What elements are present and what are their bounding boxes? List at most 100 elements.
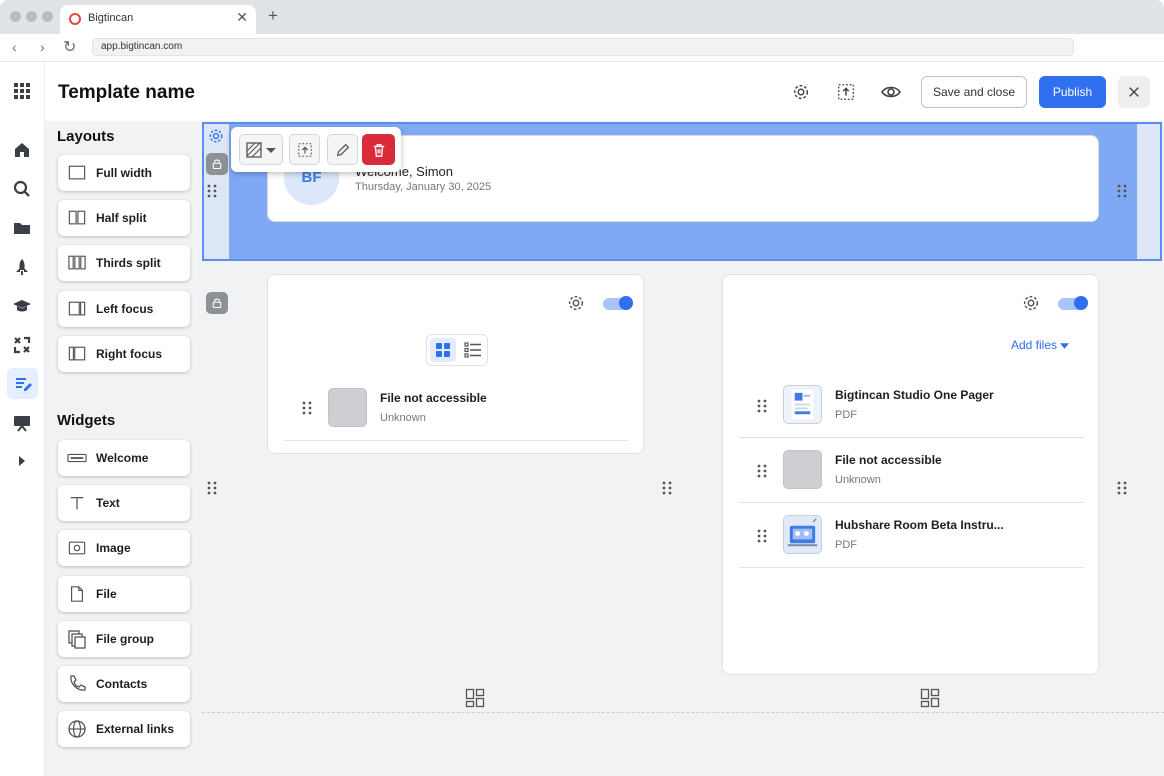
column-drag-handle-icon[interactable] — [662, 481, 672, 495]
home-icon[interactable] — [10, 138, 34, 162]
close-editor-button[interactable] — [1118, 76, 1150, 108]
component-panel: Layouts Full width Half split Thirds spl… — [45, 121, 202, 776]
export-icon[interactable] — [835, 81, 857, 103]
row2-drag-handle-icon[interactable] — [207, 481, 217, 495]
list-view-button[interactable] — [460, 338, 486, 362]
list-item[interactable]: Bigtincan Studio One Pager PDF — [739, 374, 1084, 438]
window-minimize-dot[interactable] — [26, 11, 37, 22]
row-drag-handle-right-icon[interactable] — [1117, 184, 1127, 198]
widget-welcome[interactable]: Welcome — [58, 440, 190, 476]
address-bar-row: ‹ › ↻ app.bigtincan.com — [0, 34, 1164, 62]
item-drag-handle-icon[interactable] — [757, 529, 767, 543]
page-title: Template name — [58, 82, 195, 103]
integrations-icon[interactable] — [10, 333, 34, 357]
forward-icon[interactable]: › — [40, 39, 45, 55]
widget-text[interactable]: Text — [58, 485, 190, 521]
publish-button[interactable]: Publish — [1039, 76, 1106, 108]
app-nav-rail — [0, 63, 45, 776]
add-files-button[interactable]: Add files — [1011, 338, 1070, 352]
left-focus-layout-icon — [66, 298, 88, 320]
delete-widget-button[interactable] — [362, 134, 395, 165]
right-focus-layout-icon — [66, 343, 88, 365]
export-widget-button[interactable] — [289, 134, 320, 165]
file-type: PDF — [835, 409, 857, 421]
widget-toolbar — [231, 127, 401, 172]
reload-icon[interactable]: ↻ — [63, 37, 76, 57]
list-item[interactable]: File not accessible Unknown — [739, 439, 1084, 503]
widget-contacts[interactable]: Contacts — [58, 666, 190, 702]
tab-close-icon[interactable]: ✕ — [236, 9, 248, 26]
welcome-date: Thursday, January 30, 2025 — [355, 181, 492, 193]
preview-eye-icon[interactable] — [880, 81, 902, 103]
layout-thirds-split[interactable]: Thirds split — [58, 245, 190, 281]
row2-lock-icon[interactable] — [206, 292, 228, 314]
widget-label: Contacts — [96, 677, 148, 691]
row-drag-handle-icon[interactable] — [207, 184, 217, 198]
list-item[interactable]: Hubshare Room Beta Instru... PDF — [739, 504, 1084, 568]
file-thumbnail-placeholder — [783, 450, 822, 489]
row-lock-icon[interactable] — [206, 153, 228, 175]
widget-file-group[interactable]: File group — [58, 621, 190, 657]
save-and-close-button[interactable]: Save and close — [921, 76, 1027, 108]
search-icon[interactable] — [10, 177, 34, 201]
layout-label: Left focus — [96, 302, 154, 316]
chevron-down-icon — [1060, 343, 1070, 349]
file-widget-left[interactable]: File not accessible Unknown — [267, 274, 644, 454]
bigtincan-favicon-icon — [69, 13, 81, 25]
trash-icon — [373, 143, 384, 157]
url-input[interactable]: app.bigtincan.com — [92, 38, 1074, 56]
pdf-thumbnail — [783, 385, 822, 424]
close-icon — [1129, 87, 1139, 97]
layout-label: Thirds split — [96, 256, 161, 270]
add-widget-icon[interactable] — [465, 688, 485, 708]
window-close-dot[interactable] — [10, 11, 21, 22]
new-tab-icon[interactable]: + — [268, 6, 278, 26]
widget-visibility-toggle[interactable] — [603, 296, 633, 310]
row2-drag-handle-right-icon[interactable] — [1117, 481, 1127, 495]
editor-header: Template name Save and close Publish — [45, 63, 1164, 121]
export-icon — [297, 142, 312, 157]
back-icon[interactable]: ‹ — [12, 39, 17, 55]
file-name: Hubshare Room Beta Instru... — [835, 518, 1004, 532]
grid-view-button[interactable] — [430, 338, 456, 362]
edit-widget-button[interactable] — [327, 134, 358, 165]
widget-settings-gear-icon[interactable] — [1021, 293, 1041, 313]
file-type: Unknown — [835, 474, 881, 486]
window-maximize-dot[interactable] — [42, 11, 53, 22]
layout-label: Right focus — [96, 347, 162, 361]
layout-left-focus[interactable]: Left focus — [58, 291, 190, 327]
presentation-icon[interactable] — [10, 411, 34, 435]
layout-full-width[interactable]: Full width — [58, 155, 190, 191]
row-drop-zone-divider — [202, 712, 1164, 713]
add-widget-icon[interactable] — [920, 688, 940, 708]
item-drag-handle-icon[interactable] — [302, 401, 312, 415]
row-settings-icon[interactable] — [205, 125, 227, 147]
widget-label: Image — [96, 541, 131, 555]
widget-visibility-toggle[interactable] — [1058, 296, 1088, 310]
full-width-layout-icon — [66, 162, 88, 184]
list-item[interactable]: File not accessible Unknown — [284, 377, 628, 441]
background-pattern-button[interactable] — [239, 134, 283, 165]
file-group-widget-icon — [66, 628, 88, 650]
learning-cap-icon[interactable] — [10, 294, 34, 318]
widget-external-links[interactable]: External links — [58, 711, 190, 747]
widget-file[interactable]: File — [58, 576, 190, 612]
folder-icon[interactable] — [10, 216, 34, 240]
rocket-icon[interactable] — [10, 255, 34, 279]
settings-gear-icon[interactable] — [790, 81, 812, 103]
widget-settings-gear-icon[interactable] — [566, 293, 586, 313]
page-builder-icon[interactable] — [7, 368, 38, 399]
widgets-heading: Widgets — [57, 412, 116, 429]
layout-right-focus[interactable]: Right focus — [58, 336, 190, 372]
file-type: PDF — [835, 539, 857, 551]
expand-rail-icon[interactable] — [10, 449, 34, 473]
apps-grid-icon[interactable] — [10, 79, 34, 103]
file-widget-right[interactable]: Add files Bigtincan Studio One Pager PDF… — [722, 274, 1099, 675]
item-drag-handle-icon[interactable] — [757, 399, 767, 413]
tab-title: Bigtincan — [88, 12, 134, 24]
layout-half-split[interactable]: Half split — [58, 200, 190, 236]
row-side-handle-right — [1137, 124, 1160, 259]
item-drag-handle-icon[interactable] — [757, 464, 767, 478]
widget-image[interactable]: Image — [58, 530, 190, 566]
browser-tab[interactable]: Bigtincan ✕ — [60, 5, 256, 34]
